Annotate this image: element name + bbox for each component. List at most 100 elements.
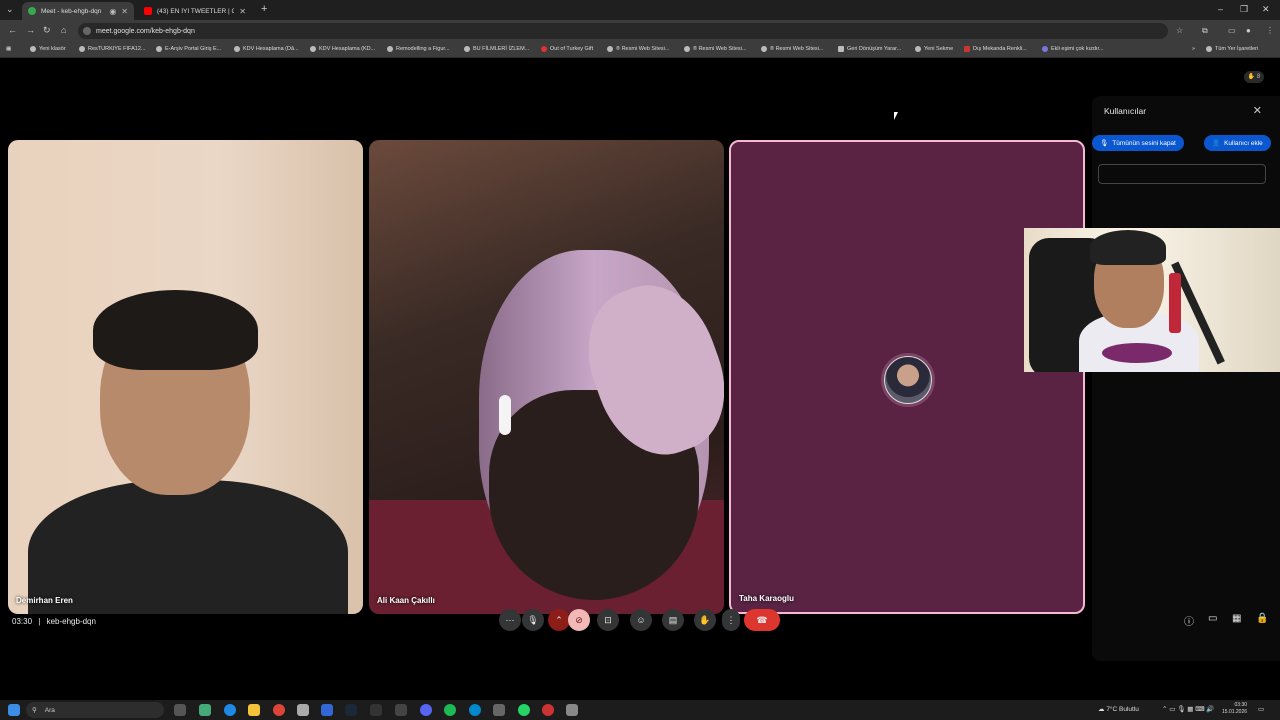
bookmark-item[interactable]: Out of Turkey Gift	[541, 46, 593, 52]
add-user-button[interactable]: 👤 Kullanıcı ekle	[1204, 135, 1271, 151]
info-icon[interactable]: ⓘ	[1184, 613, 1194, 628]
participant-tile[interactable]: Demirhan Eren	[8, 140, 363, 614]
mute-all-button[interactable]: 🎙 Tümünün sesini kapat	[1092, 135, 1184, 151]
camera-off-icon[interactable]: ⊘	[568, 609, 590, 631]
raise-hand-icon[interactable]: ✋	[694, 609, 716, 631]
end-call-button[interactable]: ☎	[744, 609, 780, 631]
minimize-icon[interactable]: –	[1218, 4, 1223, 14]
url-field[interactable]: meet.google.com/keb-ehgb-dqn	[78, 23, 1168, 39]
present-screen-icon[interactable]: ⊡	[597, 609, 619, 631]
raised-hands-indicator[interactable]: ✋ 8	[1244, 71, 1264, 83]
app-icon[interactable]	[395, 704, 407, 716]
mic-off-icon: 🎙	[1100, 140, 1109, 147]
menu-icon[interactable]: ⋮	[1266, 26, 1274, 35]
youtube-favicon-icon	[144, 7, 152, 15]
weather-widget[interactable]: ☁ 7°C Bulutlu	[1098, 705, 1139, 713]
bookmark-item[interactable]: KDV Hesaplama (KD...	[310, 46, 375, 52]
file-explorer-icon[interactable]	[248, 704, 260, 716]
cast-icon[interactable]: ▭	[1228, 26, 1236, 35]
bookmark-item[interactable]: Dış Mekanda Renkli...	[964, 46, 1027, 52]
steam-icon[interactable]	[345, 704, 357, 716]
bookmark-icon	[607, 46, 613, 52]
home-icon[interactable]: ⌂	[61, 25, 66, 35]
bookmark-item[interactable]: ® Resmi Web Sitesi...	[684, 46, 746, 52]
bookmark-item[interactable]: KDV Hesaplama (Dâ...	[234, 46, 299, 52]
folder-icon	[30, 46, 36, 52]
settings-icon[interactable]	[493, 704, 505, 716]
taskbar-clock[interactable]: 03:30 15.01.2026	[1222, 702, 1247, 716]
site-info-icon[interactable]	[83, 27, 91, 35]
apps-icon[interactable]: ▦	[6, 46, 11, 52]
participant-name: Ali Kaan Çakıllı	[377, 596, 435, 605]
bookmark-item[interactable]: ResTURKIYE FIFA12...	[79, 46, 145, 52]
captions-icon[interactable]: ▤	[662, 609, 684, 631]
browser-tab-bar: ⌄ Meet - keb-ehgb-dqn ◉ ✕ (43) EN İYİ TW…	[0, 0, 1280, 20]
bookmark-icon	[387, 46, 393, 52]
notifications-icon[interactable]: ▭	[1258, 705, 1264, 713]
taskbar-search[interactable]: ⚲ Ara	[26, 702, 164, 718]
activities-icon[interactable]: ▦	[1232, 613, 1241, 624]
bookmark-star-icon[interactable]: ☆	[1176, 26, 1183, 35]
tab-youtube[interactable]: (43) EN İYİ TWEETLER | Q7 ADA ✕	[138, 2, 252, 20]
meet-area: ✋ 8 Demirhan Eren Ali Kaan Çakıllı Taha …	[0, 58, 1280, 698]
bookmark-item[interactable]: Remodelling a Figur...	[387, 46, 450, 52]
bookmark-item[interactable]: Yeni klasör	[30, 46, 66, 52]
chat-icon[interactable]: ▭	[1208, 613, 1217, 624]
system-tray-icons[interactable]: ⌃ ▭ 🎙 ▦ ⌨ 🔊	[1162, 705, 1215, 713]
task-view-icon[interactable]	[174, 704, 186, 716]
mic-icon[interactable]: 🎙	[522, 609, 544, 631]
bookmark-item[interactable]: ® Resmi Web Sitesi...	[761, 46, 823, 52]
close-tab-icon[interactable]: ✕	[239, 7, 246, 16]
close-tab-icon[interactable]: ✕	[121, 7, 128, 16]
bookmark-item[interactable]: ® Resmi Web Sitesi...	[607, 46, 669, 52]
webcam-video	[1169, 273, 1181, 333]
bookmark-item[interactable]: E-Arşiv Portal Giriş E...	[156, 46, 221, 52]
copilot-icon[interactable]	[199, 704, 211, 716]
all-bookmarks[interactable]: Tüm Yer İşaretleri	[1206, 46, 1258, 52]
mute-tab-icon[interactable]: ◉	[109, 7, 116, 16]
close-window-icon[interactable]: ✕	[1262, 4, 1270, 15]
address-bar: ← → ↻ ⌂ meet.google.com/keb-ehgb-dqn ☆ ⧉…	[0, 20, 1280, 42]
chrome-icon[interactable]	[273, 704, 285, 716]
discord-icon[interactable]	[420, 704, 432, 716]
store-icon[interactable]	[297, 704, 309, 716]
participant-name: Demirhan Eren	[16, 596, 73, 605]
app-icon[interactable]	[542, 704, 554, 716]
search-people-field[interactable]	[1098, 164, 1266, 184]
emoji-icon[interactable]: ☺	[630, 609, 652, 631]
bookmark-item[interactable]: Geri Dönüşüm Yarar...	[838, 46, 901, 52]
tab-search-icon[interactable]: ⌄	[6, 4, 14, 15]
windows-start-icon[interactable]	[8, 704, 20, 716]
more-icon[interactable]: ⋯	[499, 609, 521, 631]
more-options-icon[interactable]: ⋮	[722, 609, 740, 631]
camera-options-chevron-icon[interactable]: ⌃	[548, 609, 570, 631]
telegram-icon[interactable]	[469, 704, 481, 716]
whatsapp-icon[interactable]	[518, 704, 530, 716]
forward-icon[interactable]: →	[26, 25, 35, 35]
maximize-icon[interactable]: ❐	[1240, 4, 1248, 15]
profile-icon[interactable]: ●	[1246, 26, 1251, 35]
bookmark-item[interactable]: Ekli eşimi çok kızdır...	[1042, 46, 1104, 52]
spotify-icon[interactable]	[444, 704, 456, 716]
call-controls: ⋯ 🎙 ⌃ ⊘ ⊡ ☺ ▤ ✋ ⋮ ☎ ⓘ ▭ ▦ 🔒	[0, 609, 1280, 633]
reload-icon[interactable]: ↻	[43, 25, 51, 36]
host-controls-icon[interactable]: 🔒	[1256, 613, 1268, 624]
bookmark-icon	[156, 46, 162, 52]
tab-meet[interactable]: Meet - keb-ehgb-dqn ◉ ✕	[22, 2, 134, 20]
participant-name: Taha Karaoglu	[739, 594, 794, 603]
mail-icon[interactable]	[321, 704, 333, 716]
epic-games-icon[interactable]	[370, 704, 382, 716]
participant-tile-active[interactable]: Taha Karaoglu	[729, 140, 1085, 614]
close-icon[interactable]: ✕	[1253, 104, 1262, 117]
bookmark-item[interactable]: BU FİLMLERİ İZLEM...	[464, 46, 529, 52]
bookmark-item[interactable]: Yeni Sekme	[915, 46, 953, 52]
more-bookmarks-icon[interactable]: »	[1192, 46, 1195, 52]
back-icon[interactable]: ←	[8, 25, 17, 35]
app-icon[interactable]	[566, 704, 578, 716]
edge-icon[interactable]	[224, 704, 236, 716]
participant-video	[499, 395, 511, 435]
search-icon: ⚲	[32, 707, 37, 714]
new-tab-icon[interactable]: +	[261, 3, 267, 15]
participant-tile[interactable]: Ali Kaan Çakıllı	[369, 140, 724, 614]
extensions-icon[interactable]: ⧉	[1202, 26, 1208, 36]
